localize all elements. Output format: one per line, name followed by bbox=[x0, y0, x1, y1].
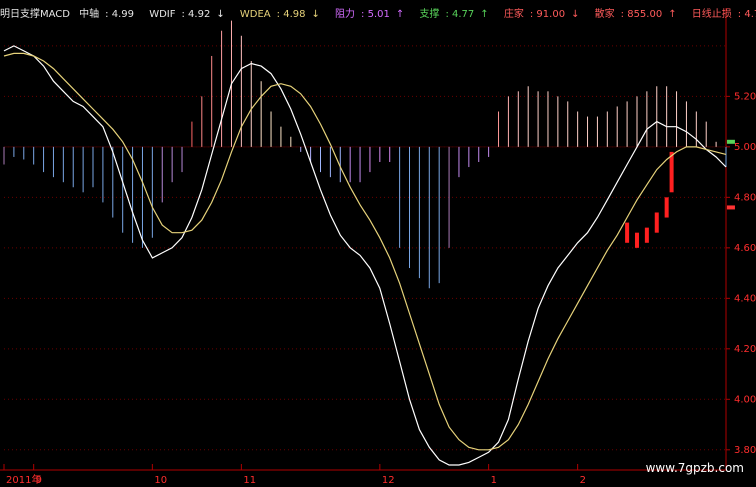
legend-item-retail: 散家: 855.00 ↑ bbox=[594, 9, 677, 20]
red-candle bbox=[654, 212, 659, 233]
legend-item-stoploss: 日线止损: 4.76↑ bbox=[691, 9, 756, 20]
y-tick-label: 4.40 bbox=[734, 293, 756, 304]
legend-item-banker: 庄家: 91.00 ↓ bbox=[503, 9, 580, 20]
chart-background bbox=[0, 0, 756, 487]
red-candle bbox=[634, 232, 639, 248]
legend-item-resistance: 阻力: 5.01 ↑ bbox=[335, 9, 405, 20]
y-tick-label: 4.60 bbox=[734, 243, 756, 254]
legend: 明日支撑MACD 中轴: 4.99 WDIF: 4.92 ↓ WDEA: 4.98… bbox=[0, 8, 756, 22]
y-tick-label: 4.80 bbox=[734, 192, 756, 203]
watermark: www.7gpzb.com bbox=[645, 461, 744, 475]
red-candle bbox=[625, 222, 630, 243]
legend-title: 明日支撑MACD bbox=[0, 9, 70, 20]
x-tick-label: 9 bbox=[36, 475, 42, 486]
red-candle bbox=[669, 151, 674, 193]
y-tick-label: 4.00 bbox=[734, 394, 756, 405]
level-marker bbox=[726, 205, 735, 210]
y-tick-label: 4.20 bbox=[734, 344, 756, 355]
level-marker bbox=[726, 139, 735, 144]
chart-canvas: 5.205.004.804.604.404.204.003.802011年9 10… bbox=[0, 0, 756, 487]
y-tick-label: 5.00 bbox=[734, 142, 756, 153]
legend-item-wdea: WDEA: 4.98 ↓ bbox=[239, 9, 320, 20]
x-tick-label: 12 bbox=[382, 475, 395, 486]
legend-item-zhongzhou: 中轴: 4.99 bbox=[79, 9, 134, 20]
legend-item-support: 支撑: 4.77 ↑ bbox=[419, 9, 489, 20]
legend-item-wdif: WDIF: 4.92 ↓ bbox=[149, 9, 225, 20]
y-tick-label: 5.20 bbox=[734, 91, 756, 102]
y-tick-label: 3.80 bbox=[734, 445, 756, 456]
x-tick-label: 10 bbox=[154, 475, 167, 486]
x-tick-label: 1 bbox=[491, 475, 497, 486]
x-tick-label: 2 bbox=[580, 475, 586, 486]
red-candle bbox=[664, 197, 669, 218]
red-candle bbox=[644, 227, 649, 243]
x-tick-label: 11 bbox=[243, 475, 256, 486]
